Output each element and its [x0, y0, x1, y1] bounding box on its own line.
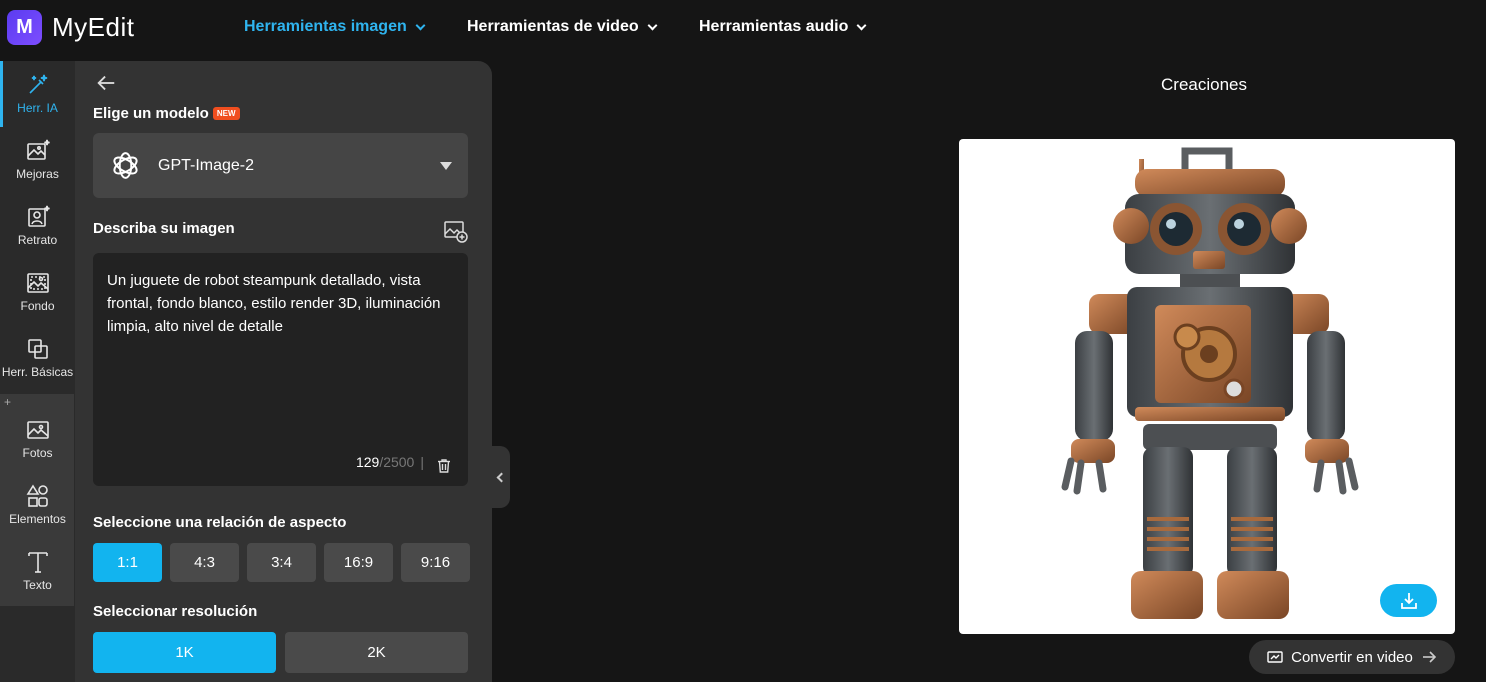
char-max: /2500: [379, 454, 415, 470]
video-icon: [1267, 651, 1283, 663]
convert-to-video-button[interactable]: Convertir en video: [1249, 640, 1455, 674]
chevron-down-icon: [415, 20, 426, 30]
generated-image[interactable]: [959, 139, 1455, 634]
aspect-option-9-16[interactable]: 9:16: [401, 543, 470, 582]
convert-label: Convertir en video: [1291, 648, 1413, 666]
aspect-option-1-1[interactable]: 1:1: [93, 543, 162, 582]
rail-item-ai-tools-label: Herr. IA: [17, 101, 58, 115]
nav-audio-tools[interactable]: Herramientas audio: [699, 18, 867, 36]
describe-label: Describa su imagen: [93, 220, 235, 237]
rail-item-enhance[interactable]: Mejoras: [0, 127, 75, 193]
rail-item-ai-tools[interactable]: Herr. IA: [0, 61, 75, 127]
tool-panel: Elige un modelo NEW GPT-Image-2 Describa …: [75, 61, 492, 682]
rail-item-photos[interactable]: Fotos: [0, 406, 75, 472]
background-icon: [26, 273, 49, 293]
text-icon: [27, 552, 48, 573]
caret-down-icon: [440, 162, 452, 170]
photo-icon: [26, 421, 49, 439]
logo[interactable]: M MyEdit: [7, 10, 134, 45]
download-icon: [1400, 592, 1417, 609]
nav-video-tools-label: Herramientas de video: [467, 18, 639, 35]
resolution-options: 1K 2K: [93, 632, 468, 673]
aspect-label: Seleccione una relación de aspecto: [93, 514, 347, 531]
rail-item-elements[interactable]: Elementos: [0, 472, 75, 538]
crop-icon: [27, 339, 48, 359]
char-count: 129: [355, 454, 380, 470]
chevron-down-icon: [647, 20, 658, 30]
rail-item-basic-tools-label: Herr. Básicas: [1, 365, 74, 379]
resolution-label: Seleccionar resolución: [93, 603, 258, 620]
aspect-option-4-3[interactable]: 4:3: [170, 543, 239, 582]
nav-video-tools[interactable]: Herramientas de video: [467, 18, 658, 36]
trash-icon[interactable]: [436, 458, 452, 474]
tool-rail: + Herr. IA Mejoras Retrato Fondo Herr. B…: [0, 61, 75, 682]
robot-illustration: [1061, 147, 1359, 619]
portrait-icon: [27, 205, 50, 227]
aspect-options: 1:1 4:3 3:4 16:9 9:16: [93, 543, 470, 582]
download-button[interactable]: [1380, 584, 1437, 617]
creations-title: Creaciones: [1161, 75, 1247, 94]
resolution-option-1k[interactable]: 1K: [93, 632, 276, 673]
shapes-icon: [26, 484, 48, 507]
aspect-option-3-4[interactable]: 3:4: [247, 543, 316, 582]
add-image-icon[interactable]: [444, 219, 468, 243]
back-arrow-icon[interactable]: [95, 72, 117, 94]
rail-item-photos-label: Fotos: [22, 446, 53, 460]
rail-item-text[interactable]: Texto: [0, 538, 75, 604]
prompt-text: Un juguete de robot steampunk detallado,…: [107, 272, 441, 335]
rail-item-text-label: Texto: [23, 578, 52, 592]
openai-logo-icon: [113, 152, 138, 179]
rail-item-portrait[interactable]: Retrato: [0, 193, 75, 259]
magic-wand-icon: [28, 74, 47, 94]
chevron-left-icon: [496, 472, 507, 482]
model-select[interactable]: GPT-Image-2: [93, 133, 468, 198]
nav-image-tools[interactable]: Herramientas imagen: [244, 18, 426, 36]
nav-image-tools-label: Herramientas imagen: [244, 18, 407, 35]
aspect-option-16-9[interactable]: 16:9: [324, 543, 393, 582]
resolution-option-2k[interactable]: 2K: [285, 632, 468, 673]
rail-item-portrait-label: Retrato: [17, 233, 58, 247]
char-counter: 129/2500 |: [356, 451, 424, 474]
top-bar: M MyEdit Herramientas imagen Herramienta…: [0, 0, 1486, 57]
model-label: Elige un modelo: [93, 105, 209, 122]
new-badge: NEW: [212, 107, 240, 120]
rail-item-enhance-label: Mejoras: [16, 167, 59, 181]
nav-audio-tools-label: Herramientas audio: [699, 18, 849, 35]
model-label-row: Elige un modelo NEW: [93, 105, 240, 122]
rail-item-background-label: Fondo: [20, 299, 55, 313]
rail-item-background[interactable]: Fondo: [0, 259, 75, 325]
model-select-value: GPT-Image-2: [158, 157, 255, 174]
image-sparkle-icon: [26, 139, 50, 160]
prompt-textarea[interactable]: Un juguete de robot steampunk detallado,…: [93, 253, 468, 486]
logo-mark: M: [7, 10, 42, 45]
rail-item-elements-label: Elementos: [9, 512, 66, 526]
app-name: MyEdit: [52, 12, 135, 42]
collapse-panel-button[interactable]: [490, 446, 510, 508]
counter-separator: |: [420, 454, 424, 470]
arrow-right-icon: [1422, 651, 1436, 663]
chevron-down-icon: [856, 20, 867, 30]
rail-item-basic-tools[interactable]: Herr. Básicas: [0, 325, 75, 391]
